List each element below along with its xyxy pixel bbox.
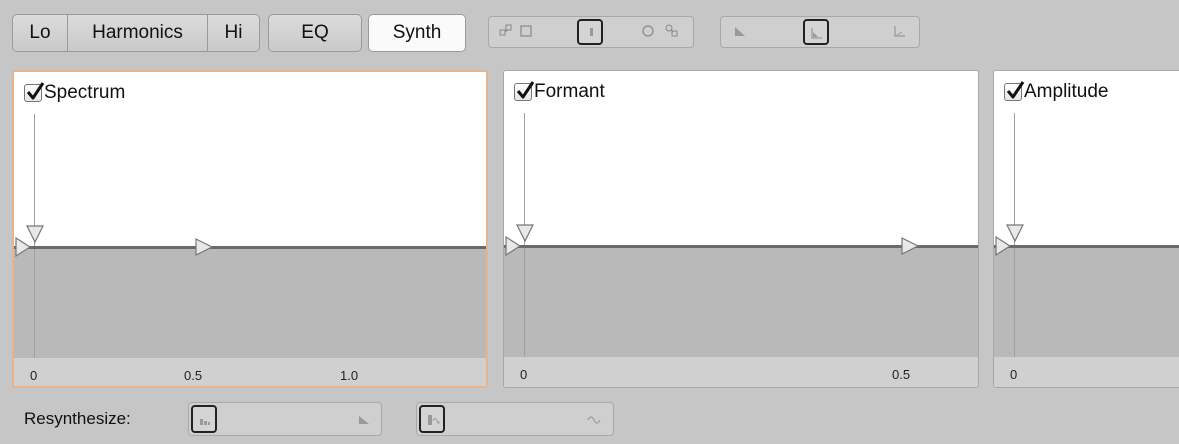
- checkmark-icon: [516, 81, 535, 99]
- resynth-mode-selector-1[interactable]: [188, 402, 382, 436]
- right-handle-icon[interactable]: [900, 236, 920, 256]
- top-marker-icon[interactable]: [1005, 223, 1025, 243]
- top-marker-icon[interactable]: [25, 224, 45, 244]
- ramp-icon[interactable]: [893, 24, 907, 38]
- wave-icon[interactable]: [587, 412, 601, 426]
- tab-synth[interactable]: Synth: [368, 14, 466, 52]
- ramp-icon: [811, 28, 822, 39]
- checkmark-icon: [26, 82, 45, 100]
- circle-icon[interactable]: [641, 24, 655, 38]
- tab-hi[interactable]: Hi: [208, 14, 260, 52]
- wave-icon: [428, 415, 440, 425]
- spectrum-label: Spectrum: [44, 82, 126, 103]
- tick-label: 0.5: [184, 368, 203, 383]
- tick-bar: 0 0.5: [504, 357, 978, 387]
- spectrum-checkbox[interactable]: [24, 82, 45, 102]
- ramp-mode-selected[interactable]: [803, 19, 829, 45]
- baseline[interactable]: [994, 245, 1179, 248]
- below-baseline-area: [14, 248, 486, 358]
- formant-checkbox[interactable]: [514, 81, 535, 101]
- bar-icon: [590, 28, 593, 36]
- tab-lo[interactable]: Lo: [12, 14, 68, 52]
- bars-icon: [200, 419, 210, 425]
- tick-label: 0: [520, 367, 528, 382]
- top-marker-icon[interactable]: [515, 223, 535, 243]
- tick-bar: 0: [994, 357, 1179, 387]
- link-mode-selector[interactable]: [488, 16, 694, 48]
- resynthesize-label: Resynthesize:: [24, 409, 131, 428]
- tick-label: 0.5: [892, 367, 911, 382]
- link-nodes-icon[interactable]: [499, 24, 513, 38]
- tab-harmonics[interactable]: Harmonics: [68, 14, 208, 52]
- amplitude-label: Amplitude: [1024, 81, 1109, 102]
- ramp-mode-selector[interactable]: [720, 16, 920, 48]
- resynth-mode-selected[interactable]: [191, 405, 217, 433]
- bar-mode-selected[interactable]: [577, 19, 603, 45]
- tab-synth-group: Synth: [368, 14, 466, 52]
- formant-toggle[interactable]: Formant: [514, 81, 605, 103]
- right-handle-icon[interactable]: [194, 237, 214, 257]
- tick-bar: 0 0.5 1.0: [14, 358, 486, 386]
- baseline[interactable]: [14, 246, 486, 249]
- wave-mode-selected[interactable]: [419, 405, 445, 433]
- formant-label: Formant: [534, 81, 605, 102]
- checkmark-icon: [1006, 81, 1025, 99]
- spectrum-toggle[interactable]: Spectrum: [24, 82, 125, 104]
- square-icon[interactable]: [519, 24, 533, 38]
- tab-bar: Lo Harmonics Hi: [12, 14, 260, 52]
- link-nodes-icon[interactable]: [665, 24, 679, 38]
- tab-eq[interactable]: EQ: [268, 14, 362, 52]
- ramp-icon[interactable]: [733, 24, 747, 38]
- spectrum-panel[interactable]: 0 0.5 1.0 Spectrum: [12, 70, 488, 388]
- resynth-mode-selector-2[interactable]: [416, 402, 614, 436]
- amplitude-panel[interactable]: 0 Amplitude: [993, 70, 1179, 388]
- ramp-icon[interactable]: [357, 412, 371, 426]
- tick-label: 1.0: [340, 368, 359, 383]
- tab-eq-group: EQ: [268, 14, 362, 52]
- amplitude-toggle[interactable]: Amplitude: [1004, 81, 1109, 103]
- formant-panel[interactable]: 0 0.5 Formant: [503, 70, 979, 388]
- amplitude-checkbox[interactable]: [1004, 81, 1025, 101]
- below-baseline-area: [994, 247, 1179, 357]
- tick-label: 0: [30, 368, 38, 383]
- tick-label: 0: [1010, 367, 1018, 382]
- below-baseline-area: [504, 247, 978, 357]
